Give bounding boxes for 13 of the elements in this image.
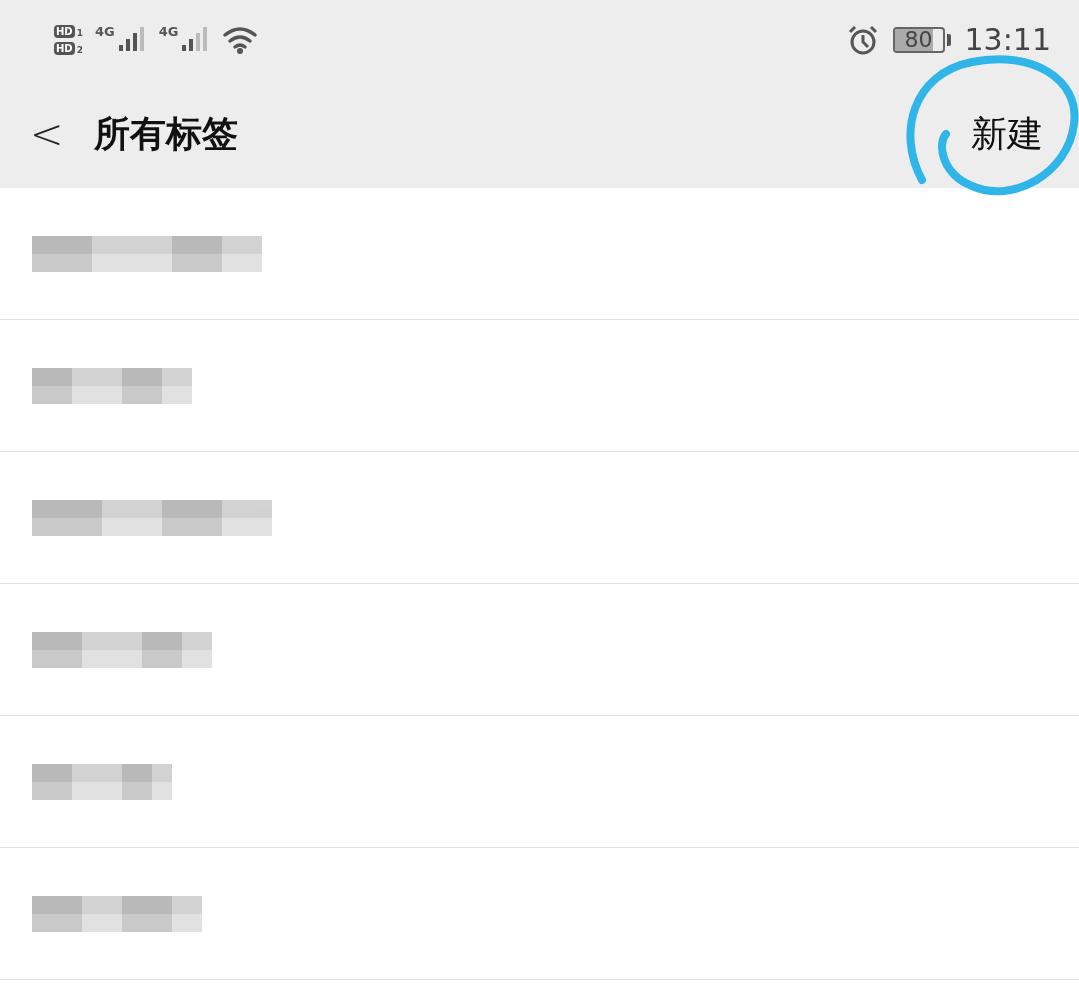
sim-badge: HD [54, 25, 75, 38]
new-button[interactable]: 新建 [971, 107, 1043, 161]
back-button[interactable]: < [30, 114, 64, 154]
sim-badge: HD [54, 42, 75, 55]
status-time: 13:11 [964, 25, 1051, 55]
network-type-label: 4G [158, 25, 179, 38]
sim-slot-label: 1 [76, 29, 83, 38]
battery-percentage: 80 [904, 29, 933, 51]
alarm-clock-icon [846, 24, 879, 56]
page-title: 所有标签 [93, 112, 238, 156]
wifi-icon [222, 25, 259, 55]
sim-slot-label: 2 [76, 46, 83, 55]
network-type-label: 4G [94, 25, 115, 38]
